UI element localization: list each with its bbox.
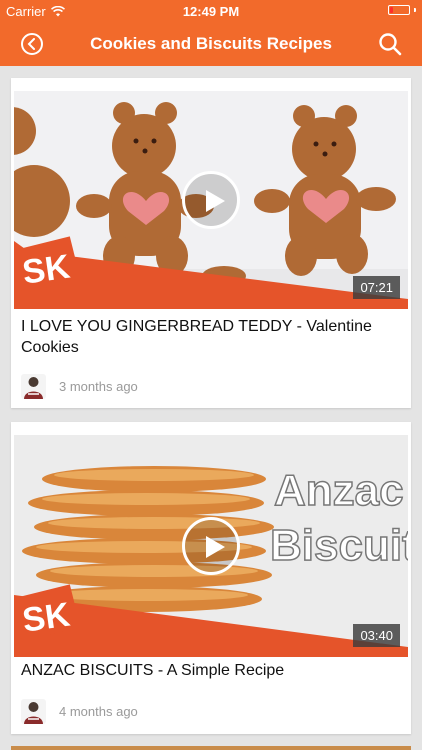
overlay-text-line2: Biscuit	[270, 521, 408, 570]
status-bar: Carrier 12:49 PM	[0, 0, 422, 22]
chevron-left-icon	[27, 38, 35, 50]
video-meta: 4 months ago	[21, 699, 138, 724]
avatar[interactable]	[21, 699, 46, 724]
video-duration: 07:21	[353, 276, 400, 299]
sk-logo: SK	[20, 596, 73, 640]
video-title[interactable]: I LOVE YOU GINGERBREAD TEDDY - Valentine…	[21, 316, 401, 358]
video-thumbnail[interactable]: SK 07:21	[14, 91, 408, 309]
video-duration: 03:40	[353, 624, 400, 647]
video-feed[interactable]: SK 07:21 I LOVE YOU GINGERBREAD TEDDY - …	[0, 66, 422, 750]
video-meta: 3 months ago	[21, 374, 138, 399]
video-card[interactable]: SK 07:21 I LOVE YOU GINGERBREAD TEDDY - …	[11, 78, 411, 408]
sk-logo: SK	[20, 248, 73, 292]
search-icon[interactable]	[378, 32, 402, 56]
overlay-text-line1: Anzac	[274, 466, 404, 515]
posted-time: 3 months ago	[59, 379, 138, 394]
play-button[interactable]	[182, 517, 240, 575]
posted-time: 4 months ago	[59, 704, 138, 719]
play-button[interactable]	[182, 171, 240, 229]
battery-icon	[388, 5, 416, 15]
page-title: Cookies and Biscuits Recipes	[90, 34, 332, 53]
back-button[interactable]	[21, 33, 43, 55]
avatar[interactable]	[21, 374, 46, 399]
video-card[interactable]: Anzac Biscuit SK 03:40 ANZAC BISCUITS - …	[11, 422, 411, 734]
video-thumbnail[interactable]: Anzac Biscuit SK 03:40	[14, 435, 408, 657]
nav-bar: Cookies and Biscuits Recipes	[0, 22, 422, 66]
video-title[interactable]: ANZAC BISCUITS - A Simple Recipe	[21, 660, 401, 681]
next-video-card-peek[interactable]	[11, 746, 411, 750]
clock: 12:49 PM	[182, 4, 240, 19]
